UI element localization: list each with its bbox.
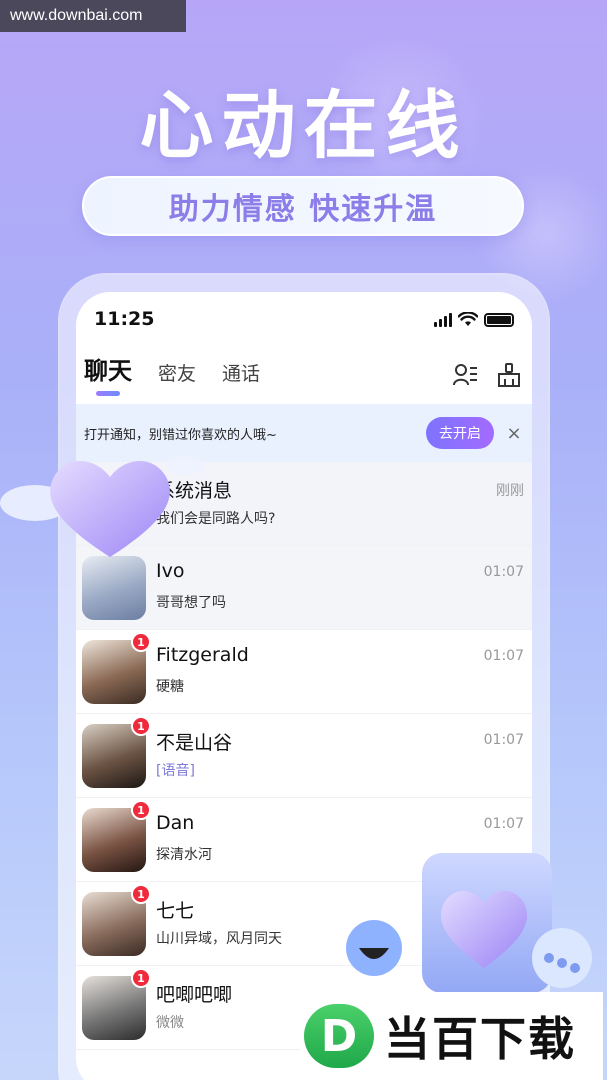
unread-badge: 1 — [131, 968, 151, 988]
status-bar: 11:25 — [76, 306, 532, 336]
wifi-icon — [458, 312, 478, 326]
conversation-time: 01:07 — [483, 816, 524, 832]
cleanup-broom-icon[interactable] — [496, 362, 522, 388]
conversation-name: Fitzgerald — [156, 644, 249, 666]
tab-bar: 聊天 密友 通话 — [84, 356, 260, 396]
enable-notifications-button[interactable]: 去开启 — [426, 417, 494, 449]
conversation-preview: 探清水河 — [156, 847, 212, 863]
close-icon[interactable]: × — [504, 423, 524, 444]
conversation-time: 01:07 — [483, 648, 524, 664]
battery-icon — [484, 313, 514, 327]
winged-heart-icon — [0, 455, 205, 557]
conversation-preview: 硬糖 — [156, 679, 184, 695]
conversation-preview: [语音] — [156, 763, 195, 779]
list-item[interactable]: 1 不是山谷 [语音] 01:07 — [76, 714, 532, 798]
notice-text: 打开通知，别错过你喜欢的人哦~ — [84, 427, 277, 443]
conversation-preview: 微微 — [156, 1015, 184, 1031]
conversation-name: 吧唧吧唧 — [156, 984, 233, 1006]
contacts-icon[interactable] — [452, 362, 478, 388]
conversation-time: 01:07 — [483, 564, 524, 580]
status-time: 11:25 — [94, 308, 155, 330]
conversation-name: 七七 — [156, 900, 195, 922]
tab-chat[interactable]: 聊天 — [84, 351, 132, 396]
tab-close-friends[interactable]: 密友 — [158, 359, 196, 396]
hero-subtitle-pill: 助力情感 快速升温 — [82, 176, 524, 236]
conversation-preview: 山川异域，风月同天 — [156, 931, 282, 947]
conversation-name: Dan — [156, 812, 195, 834]
unread-badge: 1 — [131, 716, 151, 736]
brand-banner: D 当百下载 — [300, 992, 603, 1080]
top-actions — [452, 362, 522, 388]
conversation-time: 01:07 — [483, 732, 524, 748]
avatar[interactable] — [82, 556, 146, 620]
conversation-time: 刚刚 — [496, 483, 524, 499]
status-icons — [434, 312, 514, 327]
conversation-preview: 哥哥想了吗 — [156, 595, 226, 611]
unread-badge: 1 — [131, 632, 151, 652]
phone-heart-icon — [346, 853, 592, 993]
list-item[interactable]: 1 Fitzgerald 硬糖 01:07 — [76, 630, 532, 714]
watermark: www.downbai.com — [0, 0, 186, 32]
conversation-name: 不是山谷 — [156, 732, 233, 754]
brand-text: 当百下载 — [384, 1012, 576, 1066]
cellular-signal-icon — [434, 313, 452, 327]
tab-calls[interactable]: 通话 — [222, 359, 260, 396]
unread-badge: 1 — [131, 800, 151, 820]
brand-logo: D — [304, 1004, 374, 1068]
hero-title: 心动在线 — [139, 83, 468, 169]
unread-badge: 1 — [131, 884, 151, 904]
